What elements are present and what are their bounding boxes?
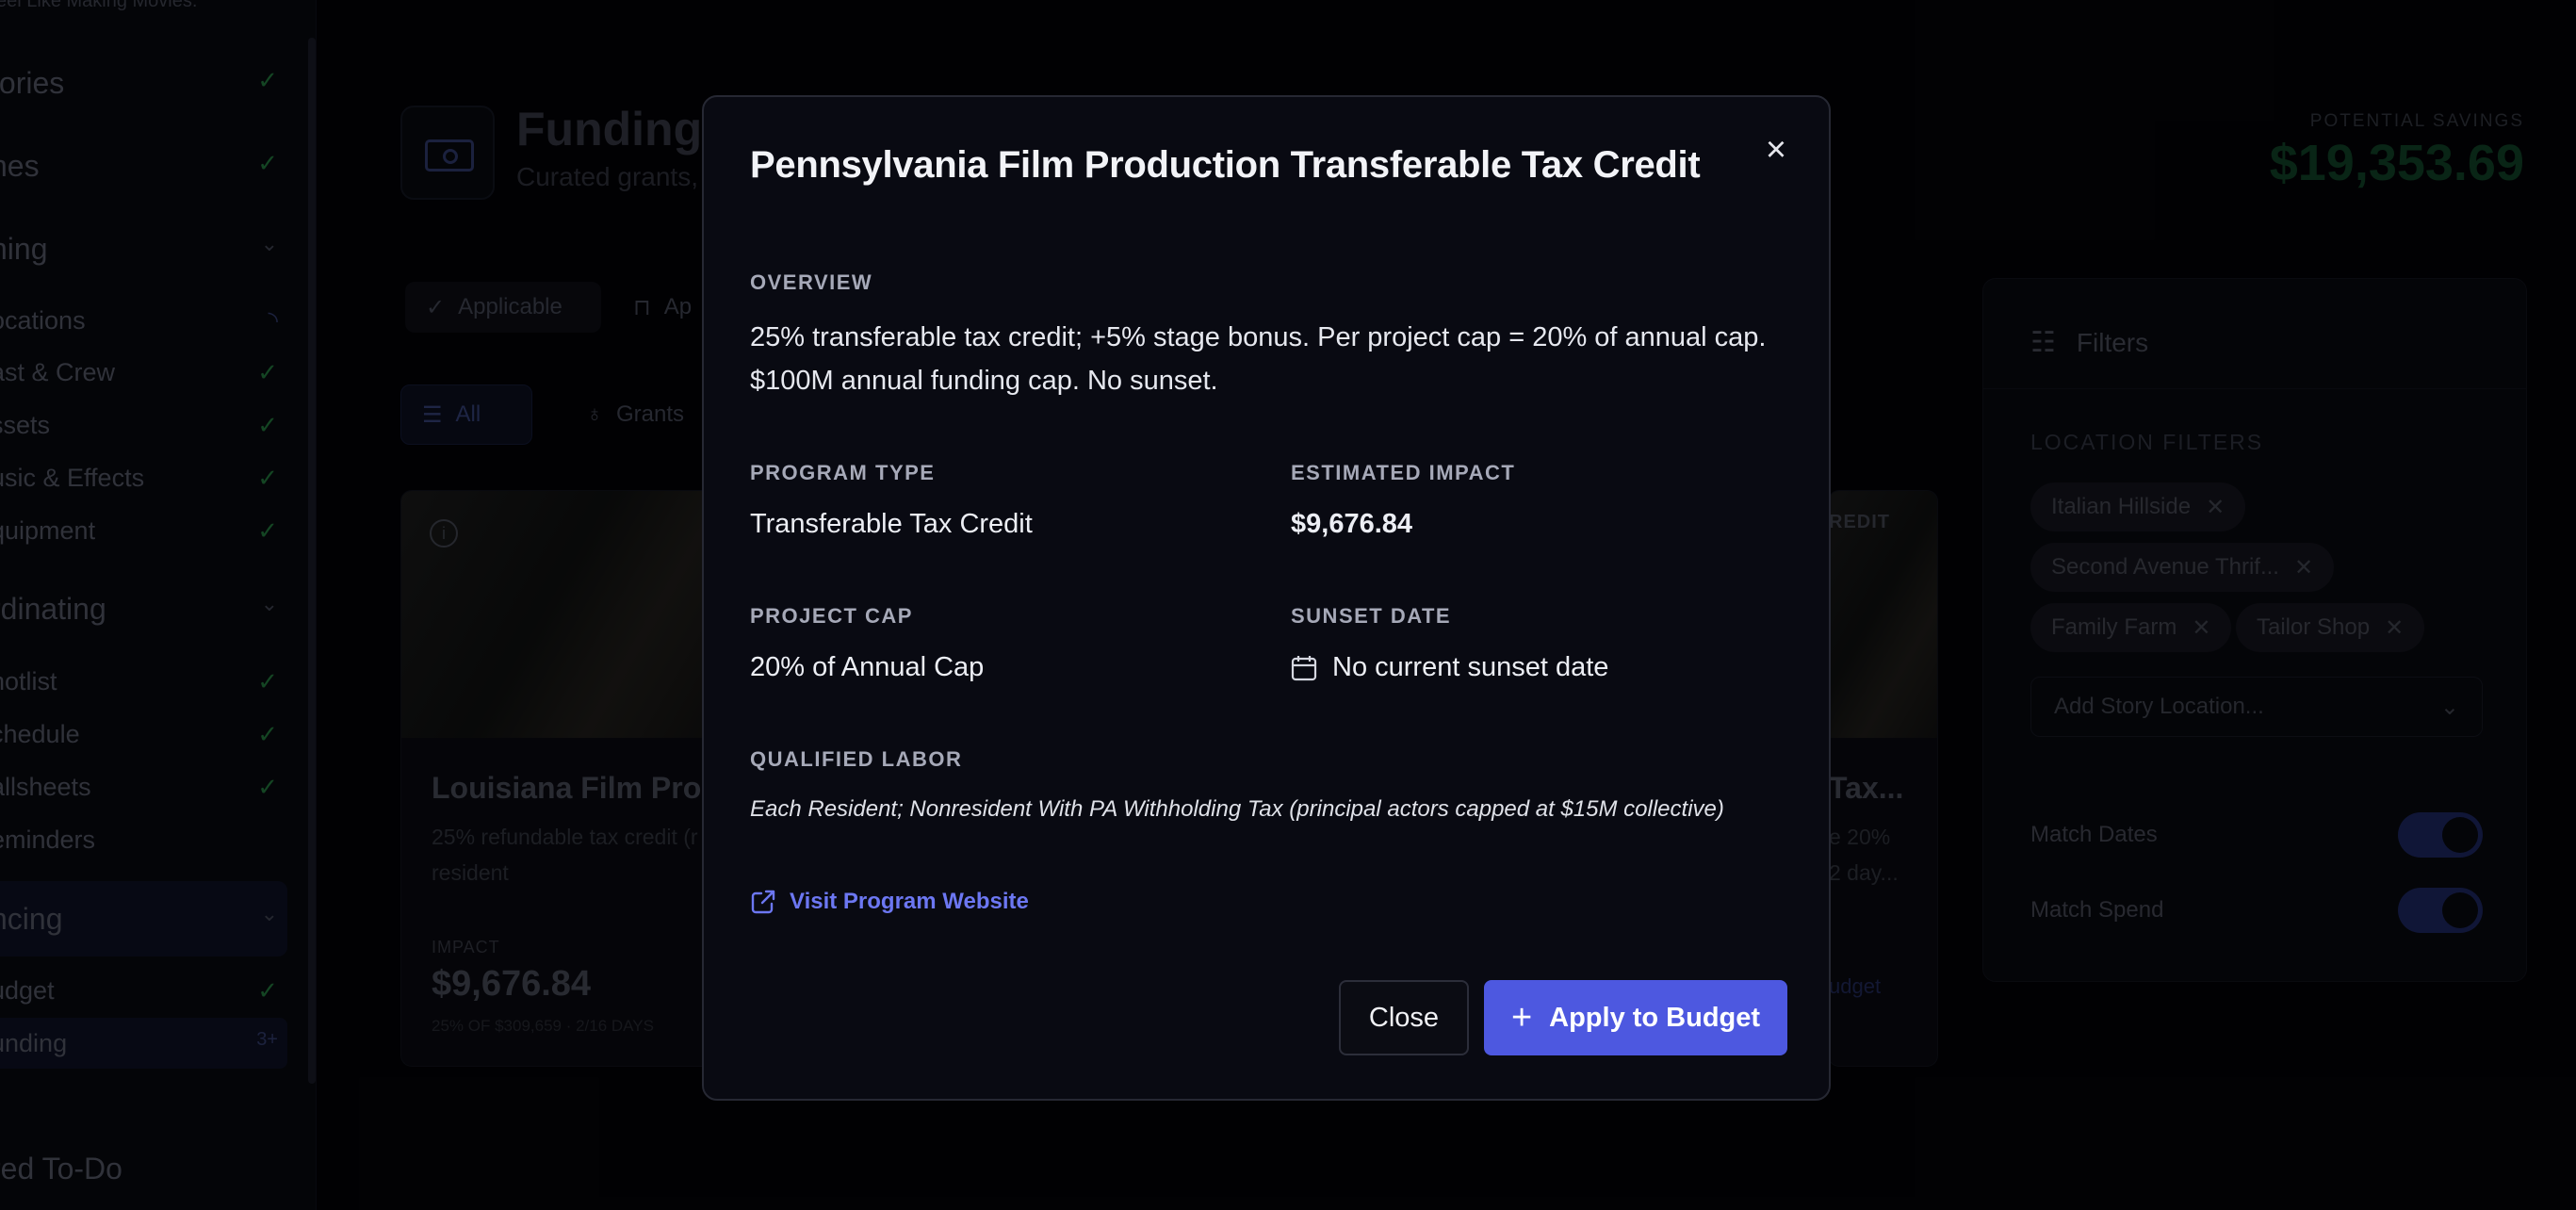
visit-program-website-link[interactable]: Visit Program Website <box>750 889 1029 915</box>
program-type-value: Transferable Tax Credit <box>750 509 1033 539</box>
plus-icon: + <box>1510 998 1533 1038</box>
qualified-labor-label: QUALIFIED LABOR <box>750 747 963 771</box>
program-details-modal: × Pennsylvania Film Production Transfera… <box>702 95 1831 1101</box>
sunset-date-label: SUNSET DATE <box>1291 604 1452 628</box>
calendar-icon <box>1291 655 1317 680</box>
overview-label: OVERVIEW <box>750 270 873 294</box>
link-label: Visit Program Website <box>790 889 1029 914</box>
qualified-labor-value: Each Resident; Nonresident With PA Withh… <box>750 796 1724 822</box>
overview-text: 25% transferable tax credit; +5% stage b… <box>750 322 1767 396</box>
button-label: Apply to Budget <box>1549 1002 1761 1033</box>
estimated-impact-label: ESTIMATED IMPACT <box>1291 461 1516 484</box>
apply-to-budget-button[interactable]: + Apply to Budget <box>1484 980 1787 1055</box>
program-type-label: PROGRAM TYPE <box>750 461 936 484</box>
external-link-icon <box>751 890 775 914</box>
project-cap-label: PROJECT CAP <box>750 604 913 628</box>
sunset-date-row: No current sunset date <box>1291 652 1608 683</box>
close-icon[interactable]: × <box>1757 131 1795 169</box>
estimated-impact-value: $9,676.84 <box>1291 509 1413 539</box>
project-cap-value: 20% of Annual Cap <box>750 652 985 682</box>
close-button[interactable]: Close <box>1339 980 1469 1055</box>
sunset-date-value: No current sunset date <box>1332 652 1609 682</box>
modal-title: Pennsylvania Film Production Transferabl… <box>750 144 1701 186</box>
